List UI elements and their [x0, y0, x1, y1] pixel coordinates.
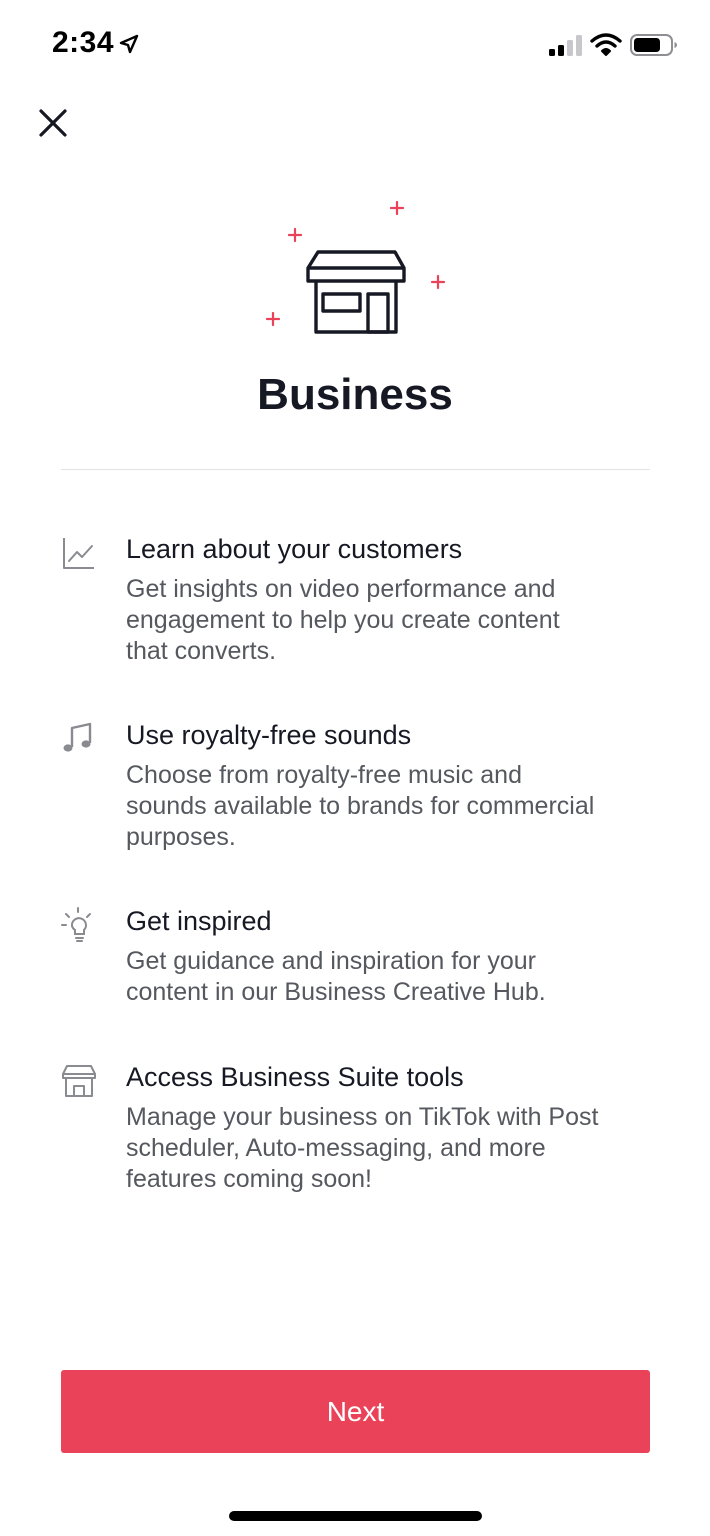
- battery-icon: [630, 34, 677, 56]
- status-time: 2:34: [52, 26, 115, 59]
- home-indicator: [229, 1511, 482, 1521]
- feature-description: Get guidance and inspiration for your co…: [126, 947, 546, 1006]
- shop-icon: [62, 1065, 96, 1097]
- next-button[interactable]: Next: [61, 1370, 650, 1453]
- status-bar: 2:34: [0, 0, 710, 90]
- lightbulb-icon: [61, 907, 91, 942]
- feature-title: Access Business Suite tools: [126, 1062, 464, 1092]
- storefront-icon: [265, 200, 446, 334]
- feature-title: Use royalty-free sounds: [126, 720, 412, 750]
- cellular-signal-icon: [549, 35, 582, 56]
- location-arrow-icon: [119, 34, 139, 54]
- close-button[interactable]: [34, 104, 72, 142]
- page-title: Business: [257, 370, 453, 419]
- feature-description: Choose from royalty-free music and sound…: [126, 761, 595, 851]
- feature-title: Get inspired: [126, 906, 272, 936]
- feature-description: Get insights on video performance and en…: [126, 575, 560, 665]
- line-chart-icon: [63, 538, 94, 569]
- divider: [61, 469, 650, 470]
- close-icon: [39, 109, 67, 137]
- wifi-icon: [590, 33, 622, 56]
- music-note-icon: [63, 722, 92, 752]
- feature-description: Manage your business on TikTok with Post…: [126, 1103, 599, 1193]
- sparkle-icon: [265, 200, 446, 327]
- feature-title: Learn about your customers: [126, 534, 463, 564]
